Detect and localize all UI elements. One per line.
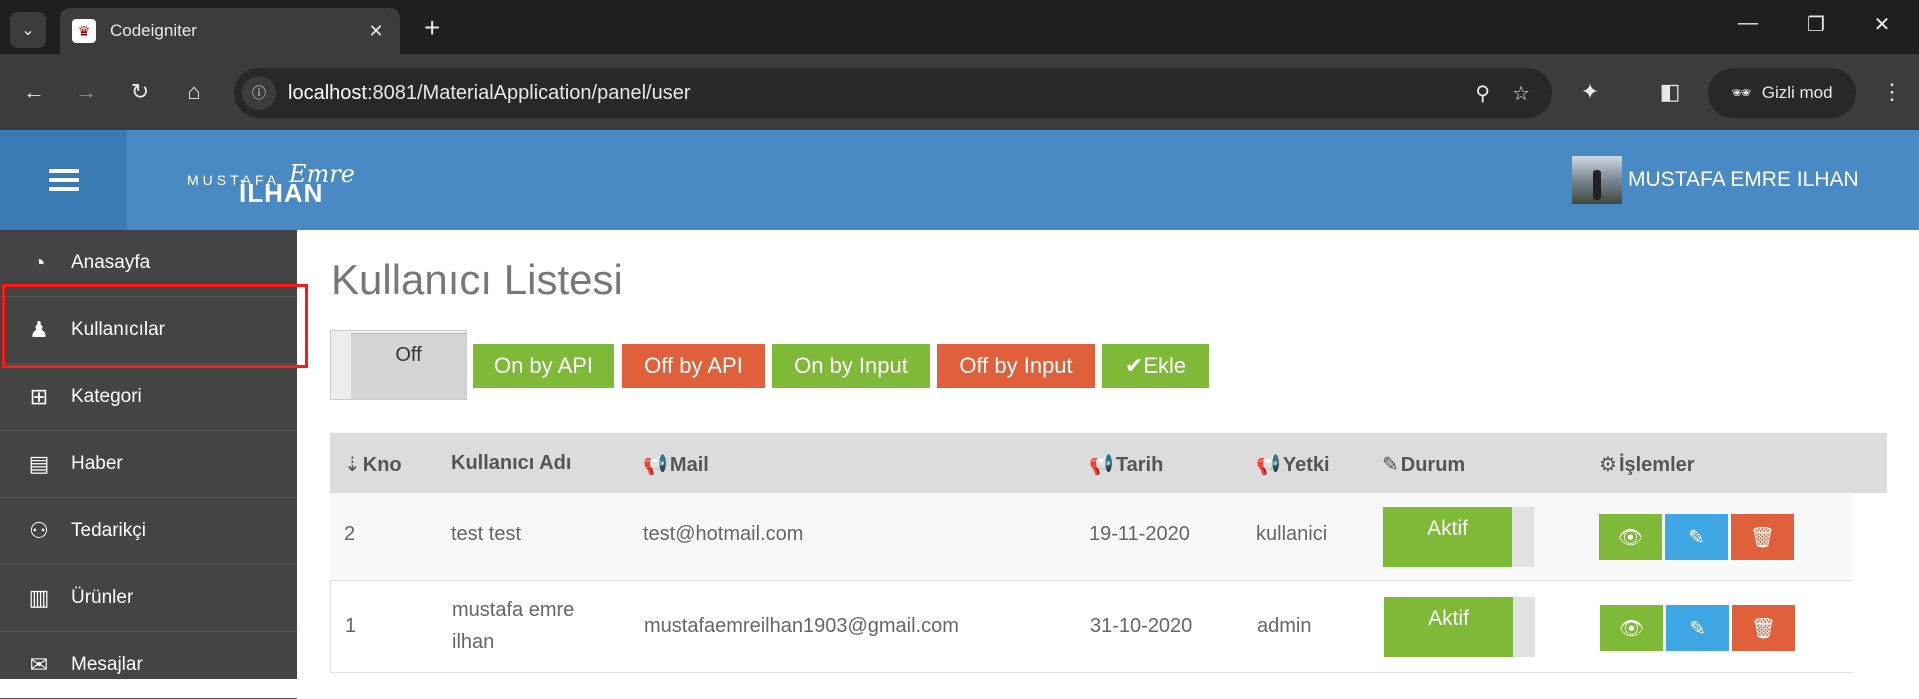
avatar <box>1572 156 1622 204</box>
cell-mail: mustafaemreilhan1903@gmail.com <box>644 615 959 637</box>
delete-button[interactable]: 🗑 <box>1732 605 1795 651</box>
delete-button[interactable]: 🗑 <box>1731 514 1794 560</box>
sidebar-item-mesajlar[interactable]: ✉ Mesajlar <box>0 632 297 699</box>
incognito-icon: 🕶 <box>1731 85 1752 102</box>
back-arrow-icon[interactable]: ← <box>18 76 50 108</box>
cell-role: admin <box>1257 615 1312 637</box>
bullhorn-icon: 📢 <box>1089 454 1114 476</box>
bullhorn-icon: 📢 <box>643 454 668 476</box>
toggle-label: Off <box>351 333 466 399</box>
zoom-icon[interactable]: ⚲ <box>1475 81 1490 106</box>
pencil-icon: ✎ <box>1688 526 1705 549</box>
address-bar[interactable]: ⓘ localhost:8081/MaterialApplication/pan… <box>234 68 1552 118</box>
user-name: MUSTAFA EMRE ILHAN <box>1628 168 1859 191</box>
bookmark-star-icon[interactable]: ☆ <box>1512 81 1530 106</box>
on-by-input-button[interactable]: On by Input <box>772 344 930 388</box>
highlight-box <box>2 284 308 368</box>
browser-tab-bar: ⌄ ♛ Codeigniter ✕ + — ❐ ✕ <box>0 0 1919 54</box>
column-header-role[interactable]: 📢 Yetki <box>1256 452 1330 477</box>
view-button[interactable]: 👁 <box>1600 605 1663 651</box>
reload-icon[interactable]: ↻ <box>124 76 156 108</box>
column-header-no[interactable]: ⇣ Kno <box>344 452 402 477</box>
bullhorn-icon: 📢 <box>1256 454 1281 476</box>
trash-icon: 🗑 <box>1750 617 1777 640</box>
tab-close-icon[interactable]: ✕ <box>366 21 386 42</box>
column-header-mail[interactable]: 📢 Mail <box>643 452 709 477</box>
new-tab-plus-icon[interactable]: + <box>424 14 440 42</box>
off-by-input-button[interactable]: Off by Input <box>937 344 1095 388</box>
menu-toggle-button[interactable] <box>0 130 127 230</box>
cogs-icon: ⚙ <box>1599 454 1617 476</box>
eye-icon: 👁 <box>1618 617 1645 640</box>
column-header-date[interactable]: 📢 Tarih <box>1089 452 1163 477</box>
sidebar-item-urunler[interactable]: ▥ Ürünler <box>0 565 297 632</box>
sidebar-item-kategori[interactable]: ⊞ Kategori <box>0 364 297 431</box>
trash-icon: 🗑 <box>1749 526 1776 549</box>
sitemap-icon: ⊞ <box>29 384 49 409</box>
table-row: 1 mustafa emre ilhan mustafaemreilhan190… <box>330 581 1852 673</box>
status-label: Aktif <box>1384 597 1513 657</box>
browser-menu-icon[interactable]: ⋮ <box>1876 76 1908 108</box>
toggle-switch[interactable]: Off <box>330 330 467 400</box>
table-header: ⇣ Kno Kullanıcı Adı 📢 Mail 📢 Tarih 📢 Yetki ✎… <box>330 433 1887 493</box>
tab-search-chevron-icon[interactable]: ⌄ <box>10 12 46 48</box>
status-label: Aktif <box>1383 507 1512 567</box>
column-header-username[interactable]: Kullanıcı Adı <box>451 452 571 475</box>
cell-date: 19-11-2020 <box>1089 523 1190 545</box>
off-by-api-button[interactable]: Off by API <box>622 344 765 388</box>
cell-no: 2 <box>344 523 356 545</box>
incognito-indicator[interactable]: 🕶 Gizli mod <box>1708 68 1856 118</box>
add-button[interactable]: ✔ Ekle <box>1102 344 1209 388</box>
view-button[interactable]: 👁 <box>1599 514 1662 560</box>
forward-arrow-icon[interactable]: → <box>70 76 102 108</box>
envelope-icon: ✉ <box>29 652 49 677</box>
edit-button[interactable]: ✎ <box>1666 605 1729 651</box>
cell-mail: test@hotmail.com <box>643 523 804 545</box>
minimize-icon[interactable]: — <box>1726 12 1770 35</box>
sort-icon: ⇣ <box>344 454 361 476</box>
sidebar-item-haber[interactable]: ▤ Haber <box>0 431 297 498</box>
browser-toolbar: ← → ↻ ⌂ ⓘ localhost:8081/MaterialApplica… <box>0 54 1919 130</box>
check-icon: ✔ <box>1124 353 1144 378</box>
hamburger-icon <box>48 164 79 196</box>
sidebar-item-tedarikci[interactable]: ⚇ Tedarikçi <box>0 498 297 565</box>
restore-icon[interactable]: ❐ <box>1794 12 1838 37</box>
app-header: MUSTAFA Emre İLHAN MUSTAFA EMRE ILHAN <box>0 130 1919 230</box>
cell-username-line1: mustafa emre <box>452 599 575 621</box>
user-profile[interactable]: MUSTAFA EMRE ILHAN <box>1572 156 1859 204</box>
site-info-icon[interactable]: ⓘ <box>242 76 276 110</box>
column-header-actions: ⚙ İşlemler <box>1599 454 1695 476</box>
side-panel-icon[interactable]: ◧ <box>1654 76 1686 108</box>
status-toggle[interactable]: Aktif <box>1383 507 1534 567</box>
browser-tab[interactable]: ♛ Codeigniter ✕ <box>60 8 400 54</box>
barcode-icon: ▥ <box>28 585 50 610</box>
incognito-label: Gizli mod <box>1761 83 1833 102</box>
dashboard-icon: ◔ <box>32 250 46 275</box>
cell-username-line2: ilhan <box>452 631 495 653</box>
eye-icon: 👁 <box>1617 526 1644 549</box>
url-text[interactable]: localhost:8081/MaterialApplication/panel… <box>288 82 1475 105</box>
on-by-api-button[interactable]: On by API <box>473 344 614 388</box>
cell-date: 31-10-2020 <box>1090 615 1193 637</box>
site-favicon-icon: ♛ <box>72 19 96 43</box>
window-close-icon[interactable]: ✕ <box>1860 12 1904 37</box>
cell-no: 1 <box>345 615 357 637</box>
column-header-status[interactable]: ✎ Durum <box>1382 452 1465 477</box>
pencil-icon: ✎ <box>1689 617 1706 640</box>
edit-icon: ✎ <box>1382 454 1399 476</box>
cell-username: test test <box>451 523 522 545</box>
table-row: 2 test test test@hotmail.com 19-11-2020 … <box>330 493 1852 581</box>
page-title: Kullanıcı Listesi <box>331 256 623 303</box>
users-icon: ⚇ <box>29 518 49 543</box>
edit-button[interactable]: ✎ <box>1665 514 1728 560</box>
cell-role: kullanici <box>1256 523 1328 545</box>
user-table: ⇣ Kno Kullanıcı Adı 📢 Mail 📢 Tarih 📢 Yetki ✎… <box>330 433 1887 673</box>
book-icon: ▤ <box>28 451 50 476</box>
status-toggle[interactable]: Aktif <box>1384 597 1535 657</box>
extensions-puzzle-icon[interactable]: ✦ <box>1574 76 1606 108</box>
tab-title: Codeigniter <box>110 21 197 40</box>
home-icon[interactable]: ⌂ <box>178 76 210 108</box>
